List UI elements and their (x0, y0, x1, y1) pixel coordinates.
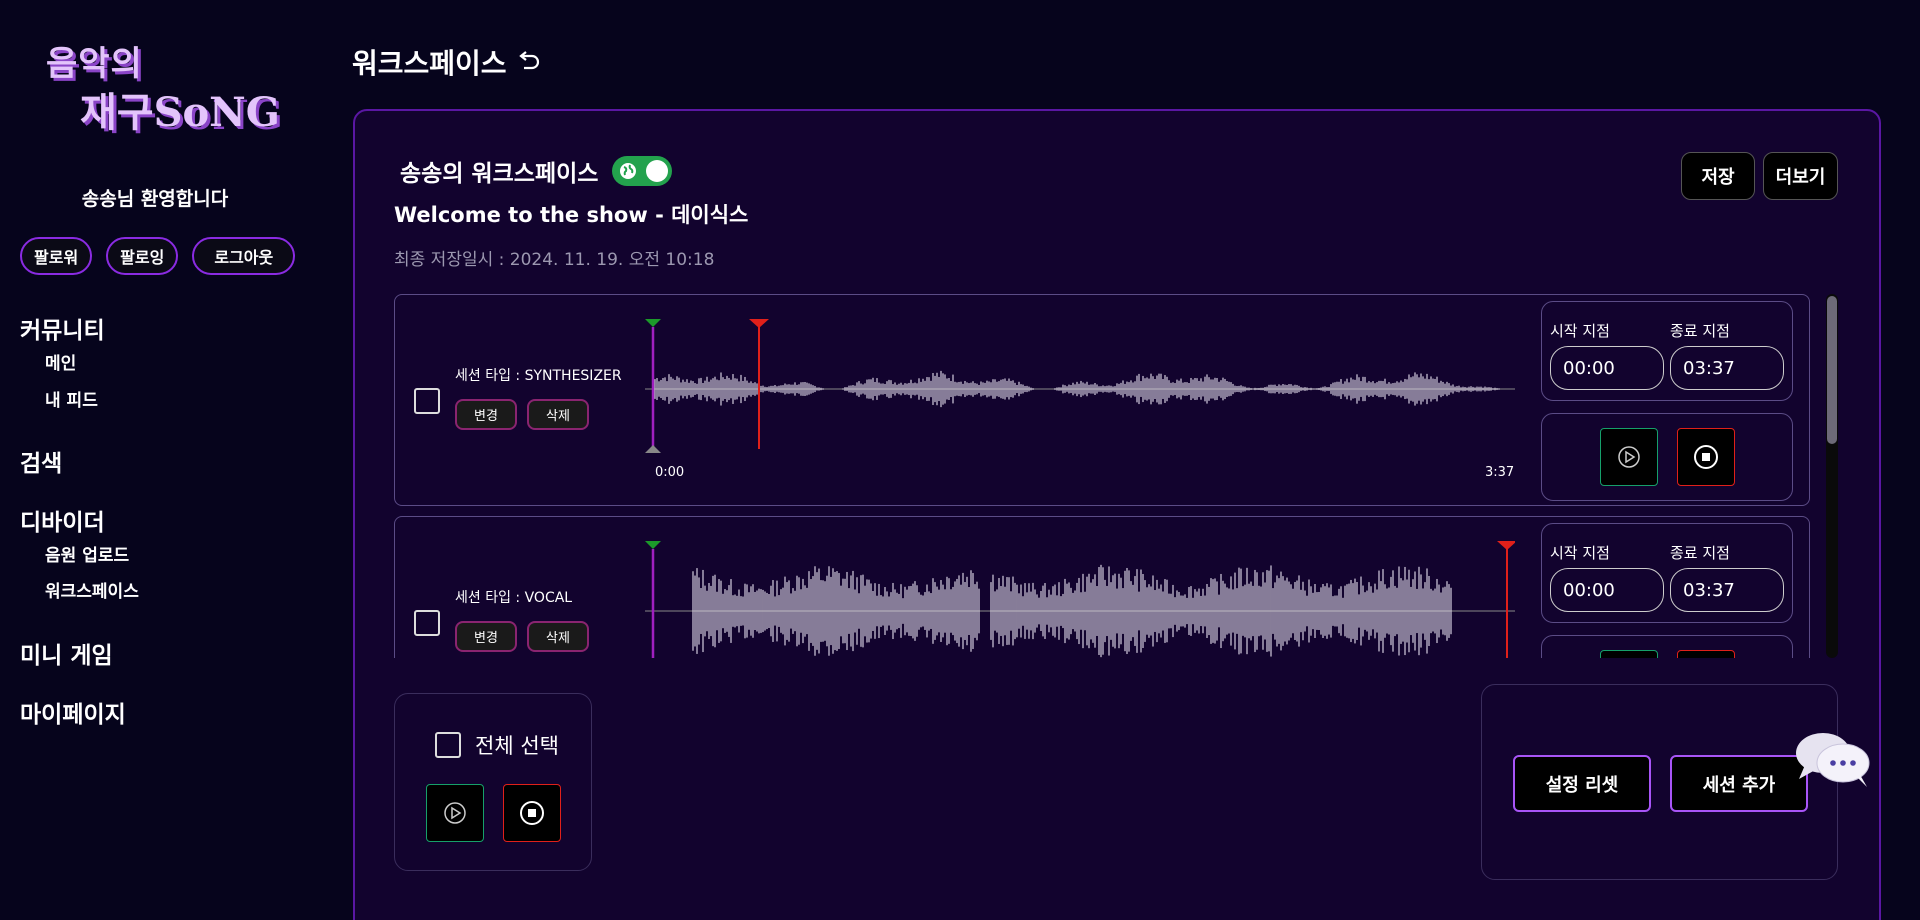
end-flag-icon[interactable] (1497, 541, 1515, 550)
play-all-button[interactable] (426, 784, 484, 842)
track-list[interactable]: 세션 타입 : SYNTHESIZER 변경 삭제 0:00 3:37 시작 지… (394, 294, 1810, 658)
add-session-button[interactable]: 세션 추가 (1670, 755, 1808, 812)
end-flag-icon[interactable] (749, 319, 769, 328)
play-button[interactable] (1600, 428, 1658, 486)
page-title-text: 워크스페이스 (352, 47, 507, 80)
track-item: 세션 타입 : SYNTHESIZER 변경 삭제 0:00 3:37 시작 지… (394, 294, 1810, 506)
waveform[interactable] (645, 319, 1515, 464)
delete-button[interactable]: 삭제 (527, 399, 589, 430)
undo-icon[interactable] (515, 48, 543, 76)
playhead-bottom-icon (645, 445, 661, 453)
nav-mypage[interactable]: 마이페이지 (20, 695, 126, 729)
start-flag-icon[interactable] (645, 319, 661, 327)
page-title: 워크스페이스 (352, 42, 543, 82)
end-label: 종료 지점 (1670, 322, 1730, 340)
select-all-label: 전체 선택 (475, 734, 559, 758)
play-icon (1618, 446, 1640, 468)
nav-mini-game[interactable]: 미니 게임 (20, 636, 113, 670)
session-type: 세션 타입 : SYNTHESIZER (455, 368, 622, 384)
follower-button[interactable]: 팔로워 (20, 237, 93, 275)
playback-panel (1541, 413, 1793, 501)
delete-button[interactable]: 삭제 (527, 621, 589, 652)
logo-line1: 음악의 (46, 44, 143, 84)
nav-workspace[interactable]: 워크스페이스 (45, 577, 139, 602)
end-time-input[interactable]: 03:37 (1670, 346, 1784, 390)
nav-divider[interactable]: 디바이더 (20, 503, 105, 537)
end-label: 종료 지점 (1670, 544, 1730, 562)
select-all-checkbox[interactable] (435, 732, 461, 758)
stop-all-button[interactable] (503, 784, 561, 842)
public-toggle[interactable] (612, 156, 673, 186)
actions-panel: 설정 리셋 세션 추가 (1481, 684, 1838, 880)
nav-my-feed[interactable]: 내 피드 (45, 386, 98, 411)
change-button[interactable]: 변경 (455, 399, 517, 430)
stop-button[interactable] (1677, 428, 1735, 486)
chat-icon[interactable] (1793, 729, 1873, 789)
playback-panel (1541, 635, 1793, 658)
workspace-title: 송송의 워크스페이스 (400, 154, 673, 188)
change-button[interactable]: 변경 (455, 621, 517, 652)
welcome-text: 송송님 환영합니다 (81, 188, 229, 210)
reset-settings-button[interactable]: 설정 리셋 (1513, 755, 1651, 812)
workspace-name: 송송의 워크스페이스 (400, 161, 599, 187)
play-icon (444, 802, 466, 824)
session-type: 세션 타입 : VOCAL (455, 590, 573, 606)
start-flag-icon[interactable] (645, 541, 661, 549)
app-logo[interactable]: 음악의 재구SoNG (46, 36, 306, 136)
song-title: Welcome to the show - 데이식스 (394, 203, 749, 227)
start-label: 시작 지점 (1550, 544, 1610, 562)
saved-timestamp: 최종 저장일시 : 2024. 11. 19. 오전 10:18 (394, 250, 715, 270)
user-actions: 팔로워 팔로잉 로그아웃 (20, 237, 296, 275)
time-end-label: 3:37 (1485, 465, 1515, 480)
start-label: 시작 지점 (1550, 322, 1610, 340)
save-button[interactable]: 저장 (1681, 152, 1755, 200)
time-start-label: 0:00 (655, 465, 685, 480)
select-all-panel: 전체 선택 (394, 693, 592, 871)
track-item: 세션 타입 : VOCAL 변경 삭제 시작 지점 종료 지점 00:00 03… (394, 516, 1810, 658)
globe-icon (620, 163, 637, 179)
scrollbar-thumb[interactable] (1827, 296, 1837, 444)
stop-icon (520, 801, 544, 825)
start-time-input[interactable]: 00:00 (1550, 346, 1664, 390)
start-time-input[interactable]: 00:00 (1550, 568, 1664, 612)
nav-upload[interactable]: 음원 업로드 (45, 541, 129, 566)
track-scrollbar[interactable] (1826, 294, 1838, 658)
sidebar: 음악의 재구SoNG 송송님 환영합니다 팔로워 팔로잉 로그아웃 커뮤니티 메… (0, 0, 330, 920)
toggle-knob (646, 160, 669, 182)
nav-main[interactable]: 메인 (45, 349, 76, 374)
logout-button[interactable]: 로그아웃 (192, 237, 296, 275)
more-button[interactable]: 더보기 (1763, 152, 1838, 200)
track-checkbox[interactable] (414, 610, 440, 636)
time-range-panel: 시작 지점 종료 지점 00:00 03:37 (1541, 523, 1793, 623)
following-button[interactable]: 팔로잉 (106, 237, 179, 275)
stop-button[interactable] (1677, 650, 1735, 658)
track-checkbox[interactable] (414, 388, 440, 414)
time-range-panel: 시작 지점 종료 지점 00:00 03:37 (1541, 301, 1793, 401)
stop-icon (1694, 445, 1718, 469)
play-button[interactable] (1600, 650, 1658, 658)
end-time-input[interactable]: 03:37 (1670, 568, 1784, 612)
logo-line2: 재구SoNG (80, 89, 280, 136)
nav-search[interactable]: 검색 (20, 444, 62, 478)
nav-community[interactable]: 커뮤니티 (20, 311, 105, 345)
waveform[interactable] (645, 541, 1515, 658)
